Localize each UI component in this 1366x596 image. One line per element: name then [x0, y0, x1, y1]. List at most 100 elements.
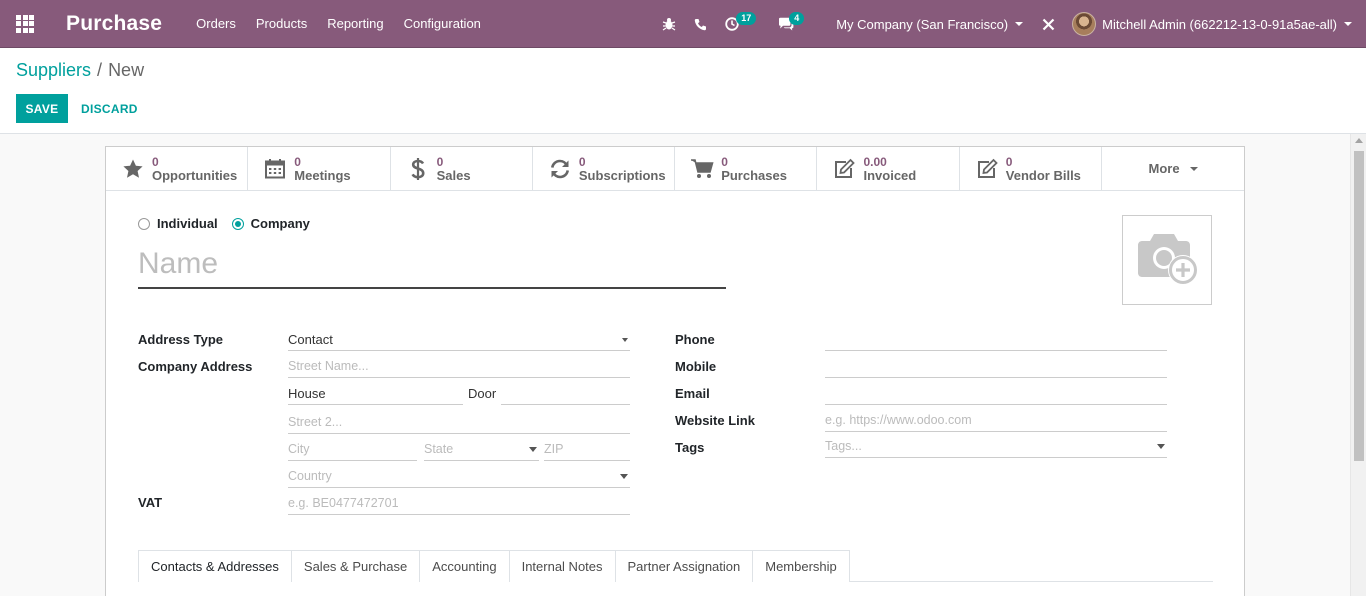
more-label: More: [1148, 161, 1180, 176]
stat-value: 0.00: [863, 155, 887, 169]
smart-button-box: 0 Opportunities 0 Meetings 0 Sales 0 Subscri…: [106, 147, 1244, 191]
edit-icon: [831, 156, 857, 182]
close-tools-icon[interactable]: [1033, 0, 1064, 48]
website-input[interactable]: e.g. https://www.odoo.com: [825, 410, 1167, 432]
form-content: 0 Opportunities 0 Meetings 0 Sales 0 Subscri…: [0, 134, 1350, 596]
tab-sales-purchase[interactable]: Sales & Purchase: [290, 550, 421, 582]
breadcrumb-separator: /: [97, 60, 103, 80]
menu-products[interactable]: Products: [246, 0, 317, 48]
stat-label: Vendor Bills: [1005, 168, 1081, 183]
avatar: [1072, 12, 1097, 36]
tab-internal-notes[interactable]: Internal Notes: [508, 550, 616, 582]
tab-partner-assignation[interactable]: Partner Assignation: [614, 550, 754, 582]
website-label: Website Link: [675, 413, 755, 428]
mobile-input[interactable]: [825, 356, 1167, 378]
street-input[interactable]: Street Name...: [288, 356, 630, 378]
tab-membership[interactable]: Membership: [752, 550, 850, 582]
form-sheet: 0 Opportunities 0 Meetings 0 Sales 0 Subscri…: [105, 146, 1245, 596]
company-type-radio: Individual Company: [138, 216, 324, 231]
dollar-icon: [405, 156, 431, 182]
purchases-button[interactable]: 0 Purchases: [675, 147, 818, 191]
control-panel: Suppliers / New SAVE DISCARD: [0, 48, 1366, 134]
company-address-label: Company Address: [138, 359, 253, 374]
radio-company[interactable]: Company: [231, 216, 310, 231]
address-type-label: Address Type: [138, 332, 224, 347]
navbar-systray: 17 4 My Company (San Francisco) Mitchell…: [653, 0, 1366, 48]
radio-checked-icon: [231, 217, 244, 230]
tags-label: Tags: [675, 440, 705, 455]
user-name: Mitchell Admin (662212-13-0-91a5ae-all): [1102, 16, 1337, 32]
radio-unchecked-icon: [138, 217, 150, 230]
chevron-down-icon: [1157, 444, 1165, 449]
stat-value: 0: [721, 155, 728, 169]
stat-label: Purchases: [721, 168, 787, 183]
activity-clock-icon[interactable]: 17: [716, 0, 769, 48]
activity-count-badge: 17: [736, 12, 757, 25]
scrollbar-thumb[interactable]: [1354, 151, 1364, 461]
bug-icon[interactable]: [653, 0, 685, 48]
scroll-up-icon[interactable]: [1355, 138, 1363, 143]
city-input[interactable]: City: [288, 439, 417, 461]
radio-company-label: Company: [250, 216, 310, 231]
top-navbar: Purchase Orders Products Reporting Confi…: [0, 0, 1366, 48]
stat-value: 0: [152, 155, 159, 169]
vendor-bills-button[interactable]: 0 Vendor Bills: [960, 147, 1103, 191]
notebook-tabs: Contacts & Addresses Sales & Purchase Ac…: [138, 550, 1213, 583]
email-label: Email: [675, 386, 710, 401]
street2-input[interactable]: Street 2...: [288, 412, 630, 434]
message-count-badge: 4: [789, 12, 805, 25]
state-select[interactable]: State: [424, 439, 539, 461]
more-button[interactable]: More: [1102, 147, 1244, 190]
save-button[interactable]: SAVE: [16, 94, 68, 123]
company-switcher[interactable]: My Company (San Francisco): [822, 0, 1033, 48]
stat-label: Opportunities: [152, 168, 238, 183]
tab-accounting[interactable]: Accounting: [419, 550, 510, 582]
zip-input[interactable]: ZIP: [544, 439, 630, 461]
edit-icon: [974, 156, 1000, 182]
opportunities-button[interactable]: 0 Opportunities: [106, 147, 249, 191]
radio-individual[interactable]: Individual: [138, 216, 218, 231]
email-input[interactable]: [825, 383, 1167, 405]
vat-label: VAT: [138, 495, 163, 510]
apps-menu-icon[interactable]: [0, 0, 50, 48]
name-input[interactable]: Name: [138, 243, 726, 289]
address-type-select[interactable]: Contact: [288, 329, 630, 351]
app-brand[interactable]: Purchase: [50, 12, 186, 36]
breadcrumb-current: New: [108, 60, 145, 80]
chevron-down-icon: [1344, 22, 1352, 26]
country-select[interactable]: Country: [288, 466, 630, 488]
stat-value: 0: [436, 155, 444, 169]
meetings-button[interactable]: 0 Meetings: [248, 147, 391, 191]
stat-value: 0: [1005, 155, 1013, 169]
breadcrumb-suppliers[interactable]: Suppliers: [16, 60, 91, 80]
subscriptions-button[interactable]: 0 Subscriptions: [533, 147, 676, 191]
state-placeholder: State: [424, 442, 454, 456]
vat-input[interactable]: e.g. BE0477472701: [288, 493, 630, 515]
phone-label: Phone: [675, 332, 715, 347]
image-upload[interactable]: [1122, 215, 1212, 305]
chat-icon[interactable]: 4: [769, 0, 822, 48]
star-icon: [120, 156, 146, 182]
phone-input[interactable]: [825, 329, 1167, 351]
refresh-icon: [547, 156, 573, 182]
menu-orders[interactable]: Orders: [186, 0, 246, 48]
sales-button[interactable]: 0 Sales: [391, 147, 533, 191]
house-input[interactable]: House: [288, 383, 463, 405]
radio-individual-label: Individual: [157, 216, 218, 231]
chevron-down-icon: [529, 447, 537, 452]
discard-button[interactable]: DISCARD: [81, 94, 138, 123]
tags-select[interactable]: Tags...: [825, 436, 1167, 458]
door-input[interactable]: [501, 383, 630, 405]
menu-configuration[interactable]: Configuration: [394, 0, 491, 48]
tab-contacts-addresses[interactable]: Contacts & Addresses: [138, 550, 292, 583]
phone-icon[interactable]: [685, 0, 716, 48]
chevron-down-icon: [620, 474, 628, 479]
invoiced-button[interactable]: 0.00 Invoiced: [817, 147, 960, 191]
user-menu[interactable]: Mitchell Admin (662212-13-0-91a5ae-all): [1064, 0, 1366, 48]
menu-reporting[interactable]: Reporting: [317, 0, 393, 48]
country-placeholder: Country: [288, 469, 332, 483]
chevron-down-icon: [1189, 166, 1198, 171]
stat-value: 0: [294, 155, 301, 169]
camera-add-icon: [1138, 234, 1198, 285]
vertical-scrollbar[interactable]: [1350, 134, 1366, 596]
